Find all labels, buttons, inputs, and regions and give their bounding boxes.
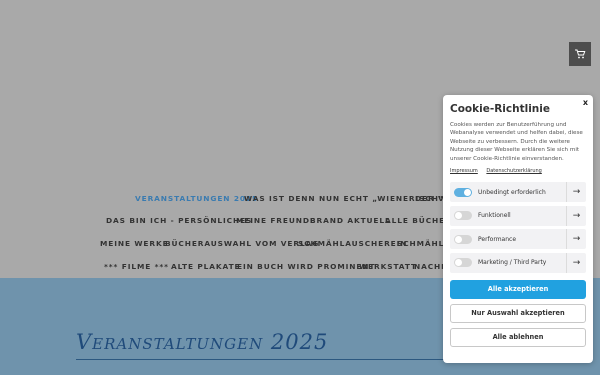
cart-icon: [575, 49, 586, 59]
nav-item-plakate[interactable]: ALTE PLAKATE: [171, 262, 240, 271]
nav-item-filme[interactable]: *** FILME ***: [104, 262, 169, 271]
nav-item-brand[interactable]: BRAND AKTUELL: [310, 216, 391, 225]
nav-item-freunde[interactable]: MEINE FREUNDE: [236, 216, 316, 225]
nav-item-werke[interactable]: MEINE WERKE: [100, 239, 169, 248]
category-label: Unbedingt erforderlich: [478, 188, 546, 196]
page-headline: Veranstaltungen 2025: [76, 330, 329, 354]
category-label: Marketing / Third Party: [478, 259, 547, 267]
category-label: Performance: [478, 235, 517, 243]
arrow-right-icon[interactable]: →: [566, 229, 586, 250]
cookie-category-functional[interactable]: Funktionell →: [450, 205, 586, 226]
nav-item-schmaeh[interactable]: SCHMÄHLAUSCHEREIN: [298, 239, 407, 248]
category-label: Funktionell: [478, 212, 511, 220]
nav-item-veranstaltungen[interactable]: VERANSTALTUNGEN 2025: [135, 194, 258, 203]
nav-item-buecher[interactable]: ALLE BÜCHER: [385, 216, 452, 225]
privacy-link[interactable]: Datenschutzerklärung: [486, 168, 541, 174]
accept-all-button[interactable]: Alle akzeptieren: [450, 279, 586, 299]
arrow-right-icon[interactable]: →: [566, 182, 586, 203]
headline-divider: [76, 359, 446, 360]
nav-item-persoenliches[interactable]: DAS BIN ICH - PERSÖNLICHES: [106, 216, 252, 225]
cookie-text: Cookies werden zur Benutzerführung und W…: [450, 122, 583, 162]
arrow-right-icon[interactable]: →: [566, 205, 586, 226]
toggle-functional[interactable]: [454, 211, 472, 221]
nav-item-buecherauswahl[interactable]: BÜCHERAUSWAHL VOM VERLAG: [165, 239, 319, 248]
toggle-necessary[interactable]: [454, 187, 472, 197]
close-icon[interactable]: x: [583, 98, 588, 107]
cookie-category-performance[interactable]: Performance →: [450, 229, 586, 250]
cart-button[interactable]: [569, 42, 591, 66]
accept-selection-button[interactable]: Nur Auswahl akzeptieren: [450, 303, 586, 323]
reject-all-button[interactable]: Alle ablehnen: [450, 327, 586, 347]
impressum-link[interactable]: Impressum: [450, 168, 478, 174]
nav-item-wienerisch[interactable]: WAS IST DENN NUN ECHT „WIENERISCH": [244, 194, 444, 203]
toggle-performance[interactable]: [454, 234, 472, 244]
nav-item-buch-prominent[interactable]: EIN BUCH WIRD PROMINENT: [237, 262, 375, 271]
cookie-dialog: x Cookie-Richtlinie Cookies werden zur B…: [443, 95, 593, 363]
toggle-marketing[interactable]: [454, 258, 472, 268]
cookie-title: Cookie-Richtlinie: [450, 103, 550, 115]
cookie-category-marketing[interactable]: Marketing / Third Party →: [450, 252, 586, 273]
arrow-right-icon[interactable]: →: [566, 252, 586, 273]
cookie-links: Impressum Datenschutzerklärung: [450, 168, 586, 174]
nav-item-werkstatt[interactable]: WERKSTATT: [359, 262, 417, 271]
cookie-category-necessary[interactable]: Unbedingt erforderlich →: [450, 182, 586, 203]
